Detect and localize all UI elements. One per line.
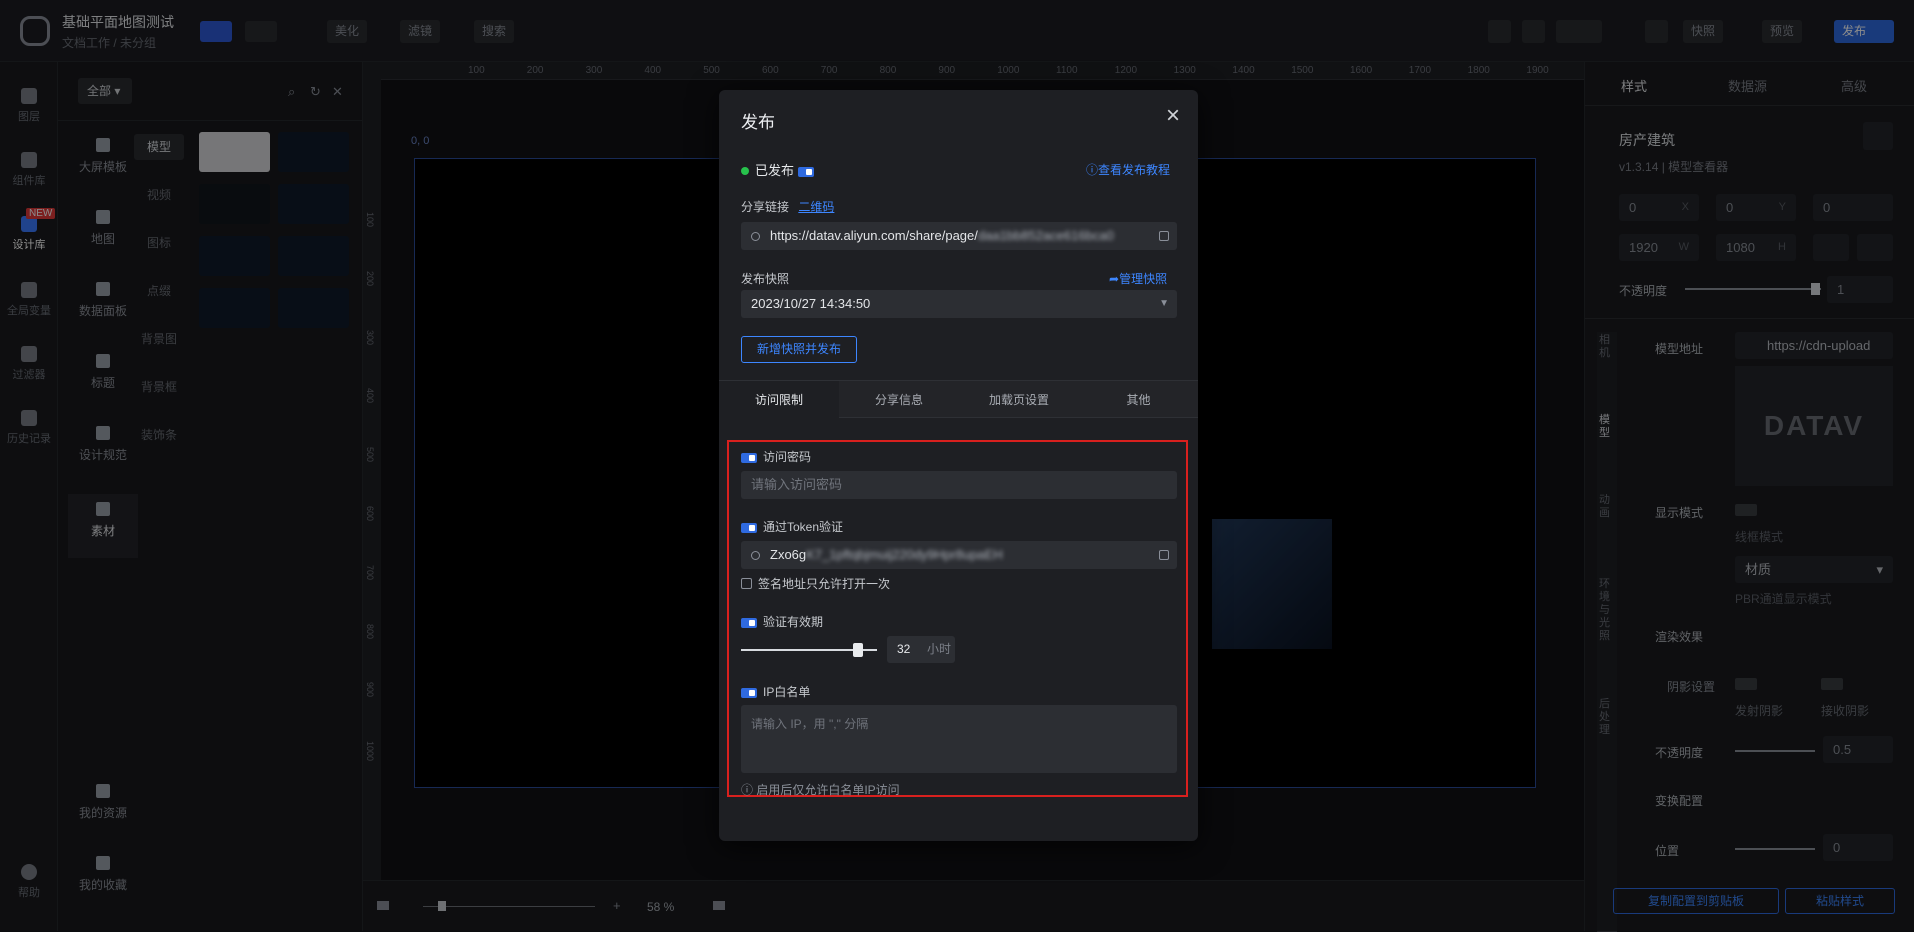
password-label: 访问密码 — [741, 448, 811, 465]
ip-label: IP白名单 — [741, 683, 810, 700]
copy-icon[interactable] — [1159, 550, 1169, 560]
info-icon: ⓘ — [1086, 163, 1099, 177]
snapshot-label: 发布快照 — [741, 272, 790, 286]
share-label-text: 分享链接 — [741, 200, 790, 214]
qrcode-link[interactable]: 二维码 — [798, 200, 834, 214]
dialog-tabs: 访问限制 分享信息 加载页设置 其他 — [719, 380, 1198, 419]
token-label: 通过Token验证 — [741, 518, 843, 535]
tab-loading-page[interactable]: 加载页设置 — [959, 381, 1079, 419]
chevron-down-icon: ▼ — [1159, 298, 1169, 309]
token-field[interactable]: Zxo6gK7_1pftqbjmuij220dy9Hpr8upaEH — [741, 541, 1177, 569]
token-text: Zxo6g — [770, 547, 807, 562]
share-url-field[interactable]: https://datav.aliyun.com/share/page/daa1… — [741, 222, 1177, 250]
snapshot-value: 2023/10/27 14:34:50 — [751, 296, 871, 311]
ip-label-text: IP白名单 — [763, 685, 811, 699]
manage-snapshot-link[interactable]: ➦管理快照 — [1109, 270, 1167, 287]
publish-dialog: 发布 × 已发布 ⓘ查看发布教程 分享链接 二维码 https://datav.… — [719, 90, 1198, 841]
validity-value: 32 — [897, 642, 911, 656]
validity-label: 验证有效期 — [741, 613, 823, 630]
link-icon — [751, 232, 760, 241]
ip-placeholder: 请输入 IP，用 "," 分隔 — [751, 717, 869, 731]
once-checkbox[interactable] — [741, 578, 752, 589]
ip-hint: ⓘ 启用后仅允许白名单IP访问 — [741, 781, 900, 798]
password-input[interactable]: 请输入访问密码 — [741, 471, 1177, 499]
validity-slider-knob[interactable] — [852, 643, 863, 657]
ip-toggle[interactable] — [741, 687, 757, 698]
token-label-text: 通过Token验证 — [763, 520, 844, 534]
dialog-title: 发布 — [741, 113, 775, 132]
publish-toggle[interactable] — [797, 166, 814, 177]
share-arrow-icon: ➦ — [1109, 272, 1120, 286]
copy-icon[interactable] — [1159, 231, 1169, 241]
publish-status: 已发布 — [741, 160, 814, 179]
once-option[interactable]: 签名地址只允许打开一次 — [741, 575, 890, 592]
validity-unit: 小时 — [927, 642, 952, 656]
status-text: 已发布 — [755, 163, 795, 178]
password-placeholder: 请输入访问密码 — [751, 477, 843, 492]
password-toggle[interactable] — [741, 452, 757, 463]
link-icon — [751, 551, 760, 560]
tutorial-link[interactable]: ⓘ查看发布教程 — [1086, 161, 1170, 178]
ip-hint-text: 启用后仅允许白名单IP访问 — [756, 783, 900, 797]
token-toggle[interactable] — [741, 522, 757, 533]
ip-whitelist-textarea[interactable]: 请输入 IP，用 "," 分隔 — [741, 705, 1177, 773]
validity-label-text: 验证有效期 — [763, 615, 824, 629]
close-icon[interactable]: × — [1161, 104, 1185, 128]
share-url-hidden: daa1bb852ace616bca0 — [977, 228, 1114, 243]
status-dot-icon — [741, 167, 749, 175]
info-icon: ⓘ — [741, 783, 757, 797]
share-link-label: 分享链接 二维码 — [741, 198, 834, 215]
validity-input[interactable]: 32 小时 — [887, 636, 955, 663]
tab-access-limit[interactable]: 访问限制 — [719, 381, 839, 419]
new-snapshot-button[interactable]: 新增快照并发布 — [741, 336, 857, 363]
validity-toggle[interactable] — [741, 617, 757, 628]
manage-text: 管理快照 — [1119, 272, 1168, 286]
password-label-text: 访问密码 — [763, 450, 812, 464]
tab-other[interactable]: 其他 — [1079, 381, 1198, 419]
share-url-text: https://datav.aliyun.com/share/page/ — [770, 228, 978, 243]
tutorial-text: 查看发布教程 — [1098, 163, 1171, 177]
once-label: 签名地址只允许打开一次 — [758, 577, 891, 591]
tab-share-info[interactable]: 分享信息 — [839, 381, 959, 419]
snapshot-select[interactable]: 2023/10/27 14:34:50 ▼ — [741, 290, 1177, 318]
token-hidden: K7_1pftqbjmuij220dy9Hpr8upaEH — [806, 547, 1003, 562]
